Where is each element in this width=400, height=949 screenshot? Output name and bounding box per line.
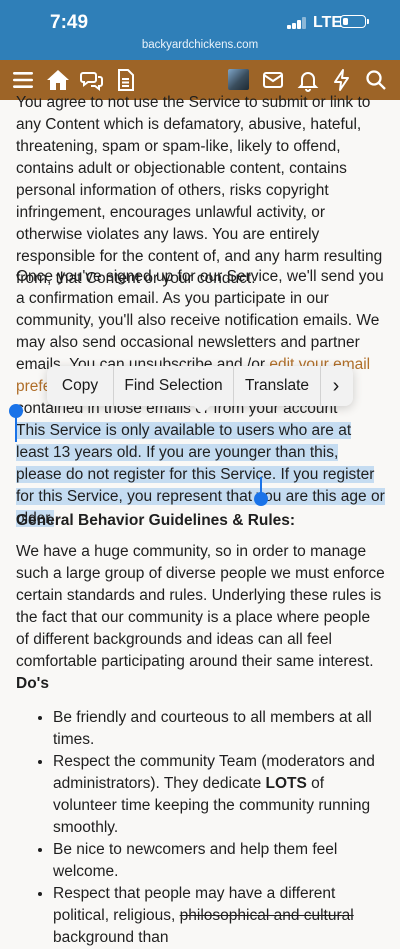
status-bar: 7:49 LTE backyardchickens.com (0, 0, 400, 60)
list-item: Respect the community Team (moderators a… (53, 751, 386, 839)
bell-icon[interactable] (296, 68, 320, 92)
list-item-text: background than (53, 929, 169, 946)
behavior-guidelines-heading: General Behavior Guidelines & Rules: (16, 512, 296, 529)
bolt-icon[interactable] (330, 68, 354, 92)
list-item-emphasis: LOTS (265, 775, 307, 792)
battery-level (342, 17, 348, 25)
email-paragraph: Once you've signed up for our Service, w… (16, 266, 386, 442)
translate-menu-item[interactable]: Translate (234, 366, 320, 406)
more-options-chevron-icon[interactable]: › (321, 366, 351, 406)
menu-icon[interactable] (11, 68, 35, 92)
selection-start-caret (15, 414, 17, 442)
home-icon[interactable] (46, 68, 70, 92)
list-item: Respect that people may have a different… (53, 883, 386, 949)
text-selection-menu: Copy Find Selection Translate › (47, 366, 353, 414)
list-item-text: Respect the community Team (moderators a… (53, 753, 375, 792)
search-icon[interactable] (364, 68, 388, 92)
status-time: 7:49 (50, 12, 89, 33)
list-item: Be friendly and courteous to all members… (53, 707, 386, 751)
find-selection-menu-item[interactable]: Find Selection (114, 366, 233, 406)
selection-end-handle[interactable] (254, 492, 268, 506)
dos-list: Be friendly and courteous to all members… (16, 707, 386, 949)
list-item: Be nice to newcomers and help them feel … (53, 839, 386, 883)
url-bar[interactable]: backyardchickens.com (0, 39, 400, 51)
dos-heading: Do's (16, 675, 49, 692)
network-type: LTE (313, 14, 343, 31)
user-avatar[interactable] (228, 69, 249, 90)
battery-icon (340, 15, 369, 28)
mail-icon[interactable] (261, 68, 285, 92)
cellular-signal-icon (287, 17, 309, 29)
community-paragraph: We have a huge community, so in order to… (16, 543, 385, 670)
content-paragraph: You agree to not use the Service to subm… (16, 94, 383, 287)
list-item-struck-text: philosophical and cultural (179, 907, 354, 924)
copy-menu-item[interactable]: Copy (47, 366, 113, 406)
chat-icon[interactable] (80, 68, 104, 92)
document-icon[interactable] (113, 68, 137, 92)
